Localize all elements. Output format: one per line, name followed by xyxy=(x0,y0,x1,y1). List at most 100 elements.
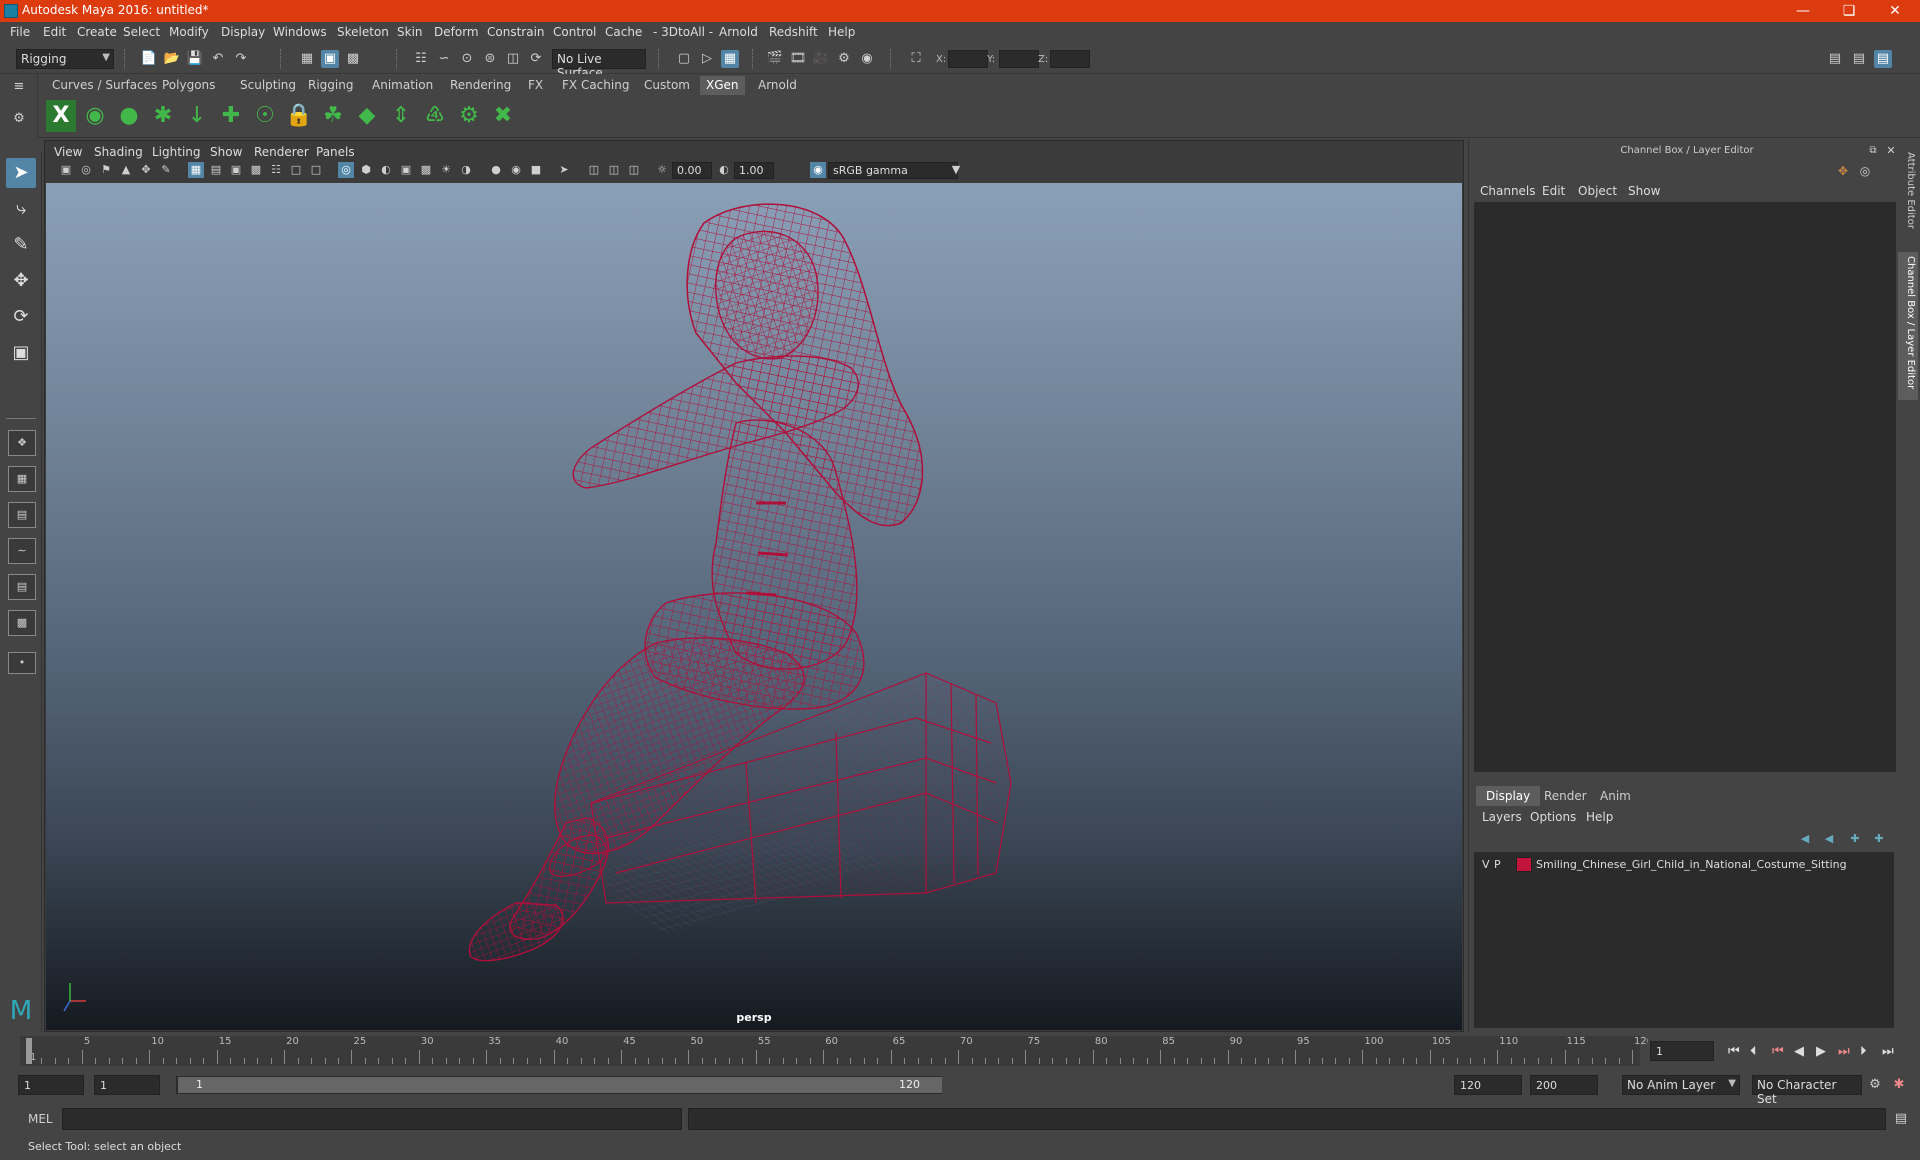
render-settings-icon[interactable]: ⚙ xyxy=(835,50,853,68)
four-pane-layout-icon[interactable]: ▦ xyxy=(8,466,36,492)
menu-constrain[interactable]: Constrain xyxy=(487,25,545,39)
menu-redshift[interactable]: Redshift xyxy=(769,25,818,39)
vp-menu-panels[interactable]: Panels xyxy=(316,145,355,159)
bookmark-icon[interactable]: ⚑ xyxy=(98,162,114,178)
step-forward-key-icon[interactable]: ⏭ xyxy=(1838,1044,1850,1059)
layer-tab-render[interactable]: Render xyxy=(1534,786,1597,806)
menu-skeleton[interactable]: Skeleton xyxy=(337,25,389,39)
snap-view-icon[interactable]: ⊜ xyxy=(481,50,499,68)
undo-icon[interactable]: ↶ xyxy=(209,50,227,68)
save-scene-icon[interactable]: 💾 xyxy=(186,50,204,68)
manipulator-icon[interactable]: ✥ xyxy=(1834,162,1852,180)
channel-box-area[interactable] xyxy=(1474,202,1896,772)
more-layouts-icon[interactable]: • xyxy=(8,652,36,674)
cb-menu-object[interactable]: Object xyxy=(1578,184,1617,198)
layer-color-swatch[interactable] xyxy=(1516,857,1532,872)
character-set-dropdown[interactable]: No Character Set xyxy=(1752,1075,1862,1106)
move-layer-down-icon[interactable]: ◀ xyxy=(1820,830,1838,848)
menu-arnold[interactable]: Arnold xyxy=(719,25,758,39)
auto-key-icon[interactable]: ⚙ xyxy=(1866,1076,1884,1094)
exposure-input[interactable]: 0.00 xyxy=(672,162,712,179)
single-pane-layout-icon[interactable]: ❖ xyxy=(8,430,36,456)
xray-components-icon[interactable]: ◫ xyxy=(626,162,642,178)
snap-point-icon[interactable]: ⊙ xyxy=(458,50,476,68)
z-input[interactable] xyxy=(1050,50,1090,68)
anim-layer-dropdown[interactable]: No Anim Layer ▼ xyxy=(1622,1075,1740,1095)
command-language-label[interactable]: MEL xyxy=(28,1112,53,1126)
vp-menu-view[interactable]: View xyxy=(54,145,82,159)
side-tab-channel-box[interactable]: Channel Box / Layer Editor xyxy=(1898,252,1918,400)
ipr-render-icon[interactable]: 🎥 xyxy=(812,50,830,68)
grid-icon[interactable]: ▦ xyxy=(188,162,204,178)
vp-menu-renderer[interactable]: Renderer xyxy=(254,145,309,159)
field-chart-icon[interactable]: ☷ xyxy=(268,162,284,178)
xgen-length-icon[interactable]: ⇕ xyxy=(386,100,416,132)
xgen-sculpt-guide-icon[interactable]: ✚ xyxy=(216,100,246,132)
xgen-clump-icon[interactable]: ⚙ xyxy=(454,100,484,132)
gate-mask-icon[interactable]: ▩ xyxy=(248,162,264,178)
select-tool-icon[interactable]: ➤ xyxy=(6,158,36,188)
play-forwards-icon[interactable]: ▶ xyxy=(1816,1044,1826,1059)
layer-tab-anim[interactable]: Anim xyxy=(1590,786,1641,806)
menu-deform[interactable]: Deform xyxy=(434,25,479,39)
select-object-icon[interactable]: ▣ xyxy=(321,50,339,68)
menu-select[interactable]: Select xyxy=(123,25,160,39)
motion-blur-icon[interactable]: ◉ xyxy=(508,162,524,178)
xgen-delete-icon[interactable]: ✖ xyxy=(488,100,518,132)
minimize-icon[interactable]: — xyxy=(1780,0,1826,22)
go-to-start-icon[interactable]: ⏮ xyxy=(1728,1044,1740,1059)
side-tab-attribute-editor[interactable]: Attribute Editor xyxy=(1898,148,1918,258)
outliner-layout-icon[interactable]: ▤ xyxy=(8,502,36,528)
menu-skin[interactable]: Skin xyxy=(397,25,423,39)
output-ops-icon[interactable]: ▷ xyxy=(698,50,716,68)
shelf-tab-rendering[interactable]: Rendering xyxy=(444,76,517,95)
vp-menu-shading[interactable]: Shading xyxy=(94,145,143,159)
shelf-tab-fx[interactable]: FX xyxy=(522,76,549,95)
shelf-tab-animation[interactable]: Animation xyxy=(366,76,439,95)
menu-cache[interactable]: Cache xyxy=(605,25,642,39)
color-management-icon[interactable]: ◉ xyxy=(810,162,826,178)
end-time-input[interactable]: 200 xyxy=(1530,1075,1598,1095)
paint-select-tool-icon[interactable]: ✎ xyxy=(6,230,36,260)
time-slider[interactable]: 1 5 10 15 20 25 30 35 40 45 50 55 60 65 70 75 80 85 90 95 10… xyxy=(20,1036,1653,1066)
shelf-tab-xgen[interactable]: XGen xyxy=(700,76,745,95)
playback-end-input[interactable]: 120 xyxy=(1454,1075,1522,1095)
layer-tab-display[interactable]: Display xyxy=(1476,786,1541,806)
step-forward-frame-icon[interactable]: ⏵ xyxy=(1860,1044,1867,1059)
x-input[interactable] xyxy=(948,50,988,68)
select-hierarchy-icon[interactable]: ▦ xyxy=(298,50,316,68)
shelf-tab-polygons[interactable]: Polygons xyxy=(156,76,221,95)
current-frame-input[interactable]: 1 xyxy=(1650,1041,1714,1061)
film-gate-icon[interactable]: ▤ xyxy=(208,162,224,178)
construction-history-icon[interactable]: ▦ xyxy=(721,50,739,68)
snap-curve-icon[interactable]: ∽ xyxy=(435,50,453,68)
range-slider-handle[interactable]: 1 120 xyxy=(178,1077,942,1093)
xgen-layers-icon[interactable]: ◆ xyxy=(352,100,382,132)
scale-tool-icon[interactable]: ▣ xyxy=(6,338,36,368)
cb-menu-edit[interactable]: Edit xyxy=(1542,184,1565,198)
close-icon[interactable]: ✕ xyxy=(1872,0,1918,22)
exposure-icon[interactable]: ☼ xyxy=(654,162,670,178)
smooth-shade-icon[interactable]: ⬢ xyxy=(358,162,374,178)
camera-attributes-icon[interactable]: ▣ xyxy=(58,162,74,178)
open-scene-icon[interactable]: 📂 xyxy=(163,50,181,68)
isolate-select-icon[interactable]: ➤ xyxy=(556,162,572,178)
xray-joints-icon[interactable]: ◫ xyxy=(606,162,622,178)
toggle-tool-settings-icon[interactable]: ▤ xyxy=(1826,50,1844,68)
layer-menu-options[interactable]: Options xyxy=(1530,810,1576,824)
live-surface-field[interactable]: No Live Surface xyxy=(552,49,646,80)
snap-projected-icon[interactable]: ⟳ xyxy=(527,50,545,68)
textured-icon[interactable]: ▩ xyxy=(418,162,434,178)
shelf-tab-fx-caching[interactable]: FX Caching xyxy=(556,76,635,95)
shelf-tab-arnold[interactable]: Arnold xyxy=(752,76,803,95)
speed-icon[interactable]: ◎ xyxy=(1856,162,1874,180)
3d-viewport[interactable]: persp xyxy=(46,183,1462,1030)
gamma-input[interactable]: 1.00 xyxy=(734,162,774,179)
bounding-box-icon[interactable]: ▣ xyxy=(398,162,414,178)
playback-start-input[interactable]: 1 xyxy=(94,1075,160,1095)
vp-menu-lighting[interactable]: Lighting xyxy=(152,145,201,159)
select-component-icon[interactable]: ▩ xyxy=(344,50,362,68)
layer-menu-help[interactable]: Help xyxy=(1586,810,1613,824)
safe-title-icon[interactable]: □ xyxy=(308,162,324,178)
shelf-tab-curves-surfaces[interactable]: Curves / Surfaces xyxy=(46,76,163,95)
